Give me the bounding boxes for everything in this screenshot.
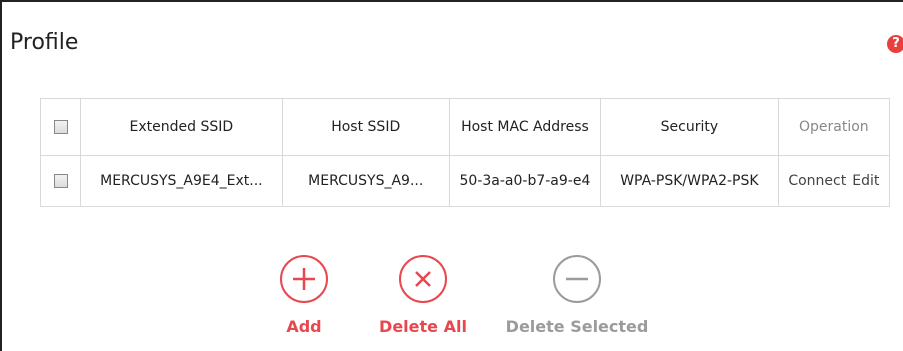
header-operation: Operation bbox=[777, 98, 891, 156]
page-title: Profile bbox=[10, 30, 79, 55]
header-host-mac: Host MAC Address bbox=[448, 98, 602, 156]
row-select-cell bbox=[39, 155, 82, 207]
add-label: Add bbox=[286, 317, 322, 336]
help-icon[interactable]: ? bbox=[887, 35, 903, 53]
add-button[interactable]: Add bbox=[280, 255, 328, 336]
action-bar: Add Delete All Delete Selected bbox=[0, 255, 903, 351]
table-header-row: Extended SSID Host SSID Host MAC Address… bbox=[39, 98, 891, 156]
close-circle-icon bbox=[399, 255, 447, 303]
delete-all-button[interactable]: Delete All bbox=[363, 255, 483, 336]
header-extended-ssid: Extended SSID bbox=[80, 98, 283, 156]
header-host-ssid: Host SSID bbox=[281, 98, 450, 156]
minus-icon bbox=[553, 255, 601, 303]
profile-table: Extended SSID Host SSID Host MAC Address… bbox=[39, 98, 891, 207]
connect-link[interactable]: Connect bbox=[788, 173, 846, 189]
cell-operation: Connect Edit bbox=[777, 155, 891, 207]
cell-extended-ssid: MERCUSYS_A9E4_Ext... bbox=[80, 155, 283, 207]
cell-host-ssid: MERCUSYS_A9... bbox=[281, 155, 450, 207]
header-security: Security bbox=[600, 98, 779, 156]
plus-icon bbox=[280, 255, 328, 303]
table-row: MERCUSYS_A9E4_Ext... MERCUSYS_A9... 50-3… bbox=[39, 155, 891, 207]
cell-host-mac: 50-3a-a0-b7-a9-e4 bbox=[448, 155, 602, 207]
delete-selected-button[interactable]: Delete Selected bbox=[497, 255, 657, 336]
cell-security: WPA-PSK/WPA2-PSK bbox=[600, 155, 779, 207]
row-checkbox[interactable] bbox=[53, 174, 68, 188]
delete-selected-label: Delete Selected bbox=[505, 317, 649, 336]
delete-all-label: Delete All bbox=[379, 317, 467, 336]
select-all-cell bbox=[39, 98, 82, 156]
edit-link[interactable]: Edit bbox=[852, 173, 879, 189]
select-all-checkbox[interactable] bbox=[53, 120, 68, 134]
